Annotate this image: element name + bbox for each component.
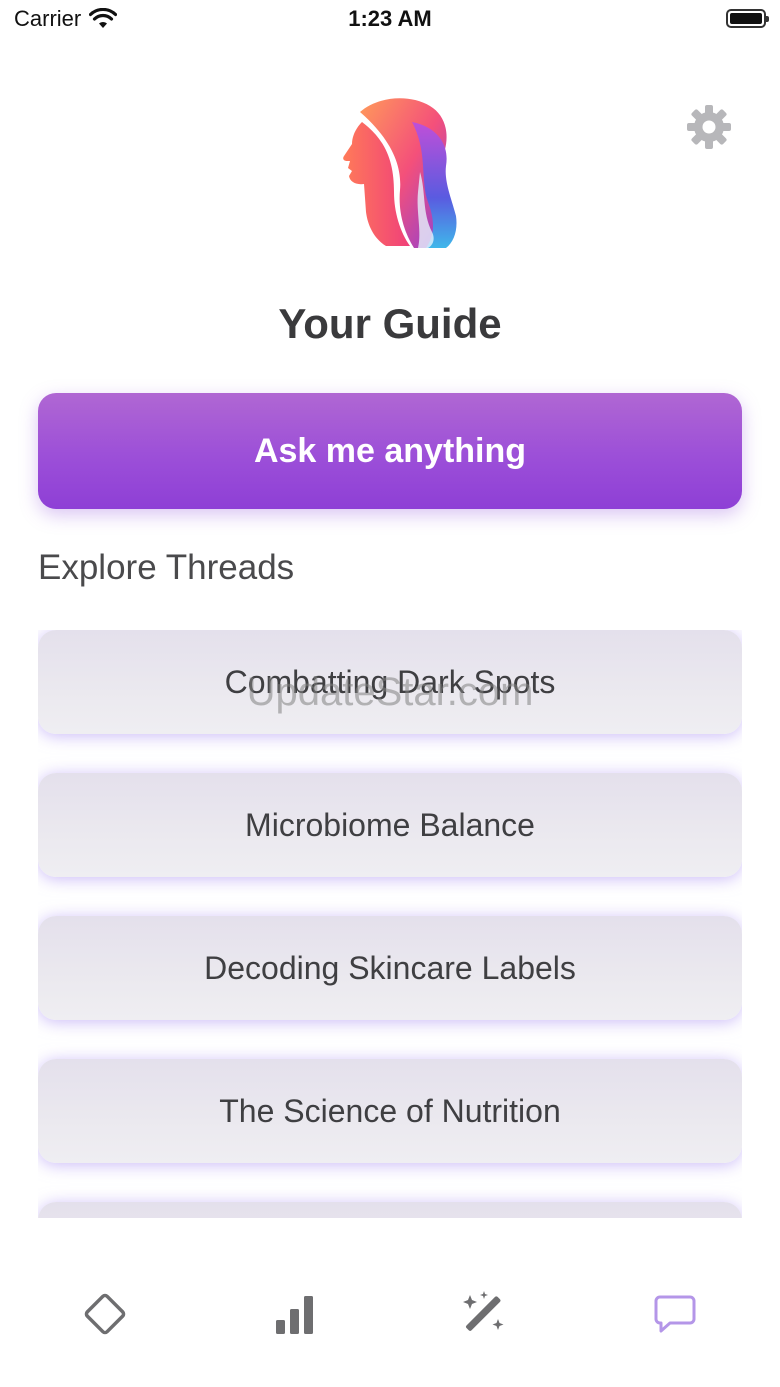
magic-wand-icon — [463, 1291, 504, 1331]
tab-magic[interactable] — [455, 1284, 515, 1344]
threads-list: Combatting Dark Spots Microbiome Balance… — [38, 630, 742, 1218]
screen: Carrier 1:23 AM Your Guide Ask me anythi… — [0, 0, 780, 1387]
status-bar: Carrier 1:23 AM — [0, 0, 780, 40]
explore-threads-heading: Explore Threads — [38, 548, 295, 587]
tab-bar — [0, 1218, 780, 1387]
diamond-icon — [84, 1293, 126, 1335]
bar-chart-icon — [276, 1296, 313, 1334]
tab-home[interactable] — [75, 1284, 135, 1344]
ask-me-anything-button[interactable]: Ask me anything — [38, 393, 742, 509]
gear-icon[interactable] — [686, 104, 732, 150]
battery-icon — [726, 9, 769, 28]
chat-bubble-icon — [654, 1295, 696, 1333]
thread-card-science-of-nutrition[interactable]: The Science of Nutrition — [38, 1059, 742, 1163]
page-title: Your Guide — [278, 300, 502, 347]
thread-card-partial[interactable] — [38, 1202, 742, 1218]
thread-card-combatting-dark-spots[interactable]: Combatting Dark Spots — [38, 630, 742, 734]
head-profile-logo-icon — [343, 98, 457, 249]
thread-card-microbiome-balance[interactable]: Microbiome Balance — [38, 773, 742, 877]
tab-chat[interactable] — [645, 1284, 705, 1344]
status-time: 1:23 AM — [348, 6, 432, 31]
thread-card-decoding-skincare-labels[interactable]: Decoding Skincare Labels — [38, 916, 742, 1020]
tab-stats[interactable] — [265, 1284, 325, 1344]
